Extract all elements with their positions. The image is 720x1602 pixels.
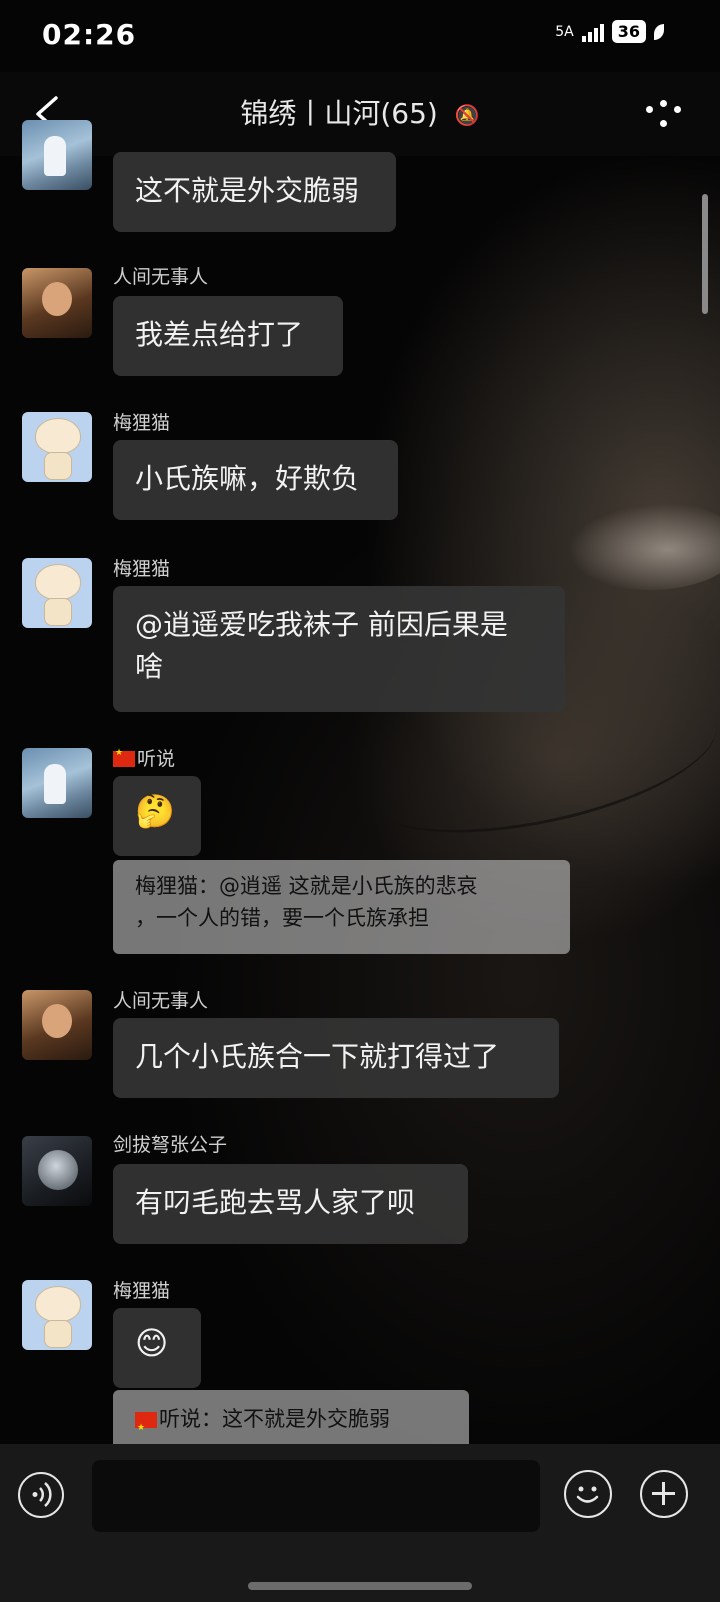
message-bubble[interactable]: 😊 [113, 1308, 201, 1388]
thinking-emoji-icon: 🤔 [135, 792, 175, 830]
more-options-icon[interactable] [644, 98, 684, 134]
quoted-reply[interactable]: 听说：这不就是外交脆弱 [113, 1390, 469, 1450]
chat-background [0, 0, 720, 1602]
scrollbar[interactable] [702, 194, 708, 314]
message-text-line: @逍遥爱吃我袜子 前因后果是 [135, 608, 508, 641]
clock: 02:26 [42, 18, 137, 51]
avatar-man[interactable] [22, 268, 92, 338]
message-bubble[interactable]: @逍遥爱吃我袜子 前因后果是 啥 [113, 586, 565, 712]
chat-header: 锦绣丨山河(65) 🔕 [0, 72, 720, 156]
quote-text-line: 梅狸猫：@逍遥 这就是小氏族的悲哀 [135, 874, 478, 898]
leaf-icon [654, 23, 664, 40]
plus-icon[interactable] [640, 1470, 688, 1518]
input-bar [0, 1444, 720, 1602]
message-input[interactable] [92, 1460, 540, 1532]
sender-name-text: 听说 [137, 748, 176, 770]
china-flag-icon [135, 1409, 157, 1447]
avatar-cartoon[interactable] [22, 412, 92, 482]
sender-name: 梅狸猫 [113, 412, 171, 434]
message-text: 我差点给打了 [135, 318, 304, 351]
quoted-reply[interactable]: 梅狸猫：@逍遥 这就是小氏族的悲哀 ，一个人的错，要一个氏族承担 [113, 860, 570, 954]
sender-name: 人间无事人 [113, 266, 209, 288]
sender-name: 剑拔弩张公子 [113, 1134, 228, 1156]
avatar-man[interactable] [22, 990, 92, 1060]
home-indicator[interactable] [248, 1582, 472, 1590]
message-bubble[interactable]: 几个小氏族合一下就打得过了 [113, 1018, 559, 1098]
message-bubble[interactable]: 有叼毛跑去骂人家了呗 [113, 1164, 468, 1244]
chat-title: 锦绣丨山河(65) [240, 97, 438, 130]
message-text: 这不就是外交脆弱 [135, 174, 360, 207]
sender-name: 梅狸猫 [113, 558, 171, 580]
message-text: 有叼毛跑去骂人家了呗 [135, 1186, 416, 1219]
status-icons: 5A 36 [555, 20, 664, 43]
avatar-hoodie[interactable] [22, 748, 92, 818]
quote-text-line: ，一个人的错，要一个氏族承担 [135, 906, 429, 930]
message-bubble[interactable]: 这不就是外交脆弱 [113, 152, 396, 232]
china-flag-icon [113, 748, 135, 767]
battery-icon: 36 [611, 20, 646, 43]
signal-icon [581, 22, 604, 42]
message-bubble[interactable]: 🤔 [113, 776, 201, 856]
message-bubble[interactable]: 小氏族嘛，好欺负 [113, 440, 398, 520]
avatar-cartoon[interactable] [22, 558, 92, 628]
sender-name: 人间无事人 [113, 990, 209, 1012]
smiling-emoji-icon: 😊 [135, 1324, 169, 1362]
quote-text: 听说：这不就是外交脆弱 [159, 1407, 390, 1431]
message-text-line: 啥 [135, 650, 164, 683]
chat-title-wrap: 锦绣丨山河(65) 🔕 [0, 92, 720, 132]
mute-bell-icon: 🔕 [454, 103, 480, 127]
message-text: 小氏族嘛，好欺负 [135, 462, 360, 495]
message-text: 几个小氏族合一下就打得过了 [135, 1040, 500, 1073]
avatar-hoodie[interactable] [22, 120, 92, 190]
message-bubble[interactable]: 我差点给打了 [113, 296, 343, 376]
network-label: 5A [555, 23, 574, 40]
voice-icon[interactable] [18, 1472, 64, 1518]
avatar-cartoon[interactable] [22, 1280, 92, 1350]
sender-name: 听说 [113, 744, 175, 771]
background-eye [560, 500, 720, 590]
status-bar: 02:26 5A 36 [0, 0, 720, 72]
emoji-icon[interactable] [564, 1470, 612, 1518]
avatar-anime[interactable] [22, 1136, 92, 1206]
sender-name: 梅狸猫 [113, 1280, 171, 1302]
